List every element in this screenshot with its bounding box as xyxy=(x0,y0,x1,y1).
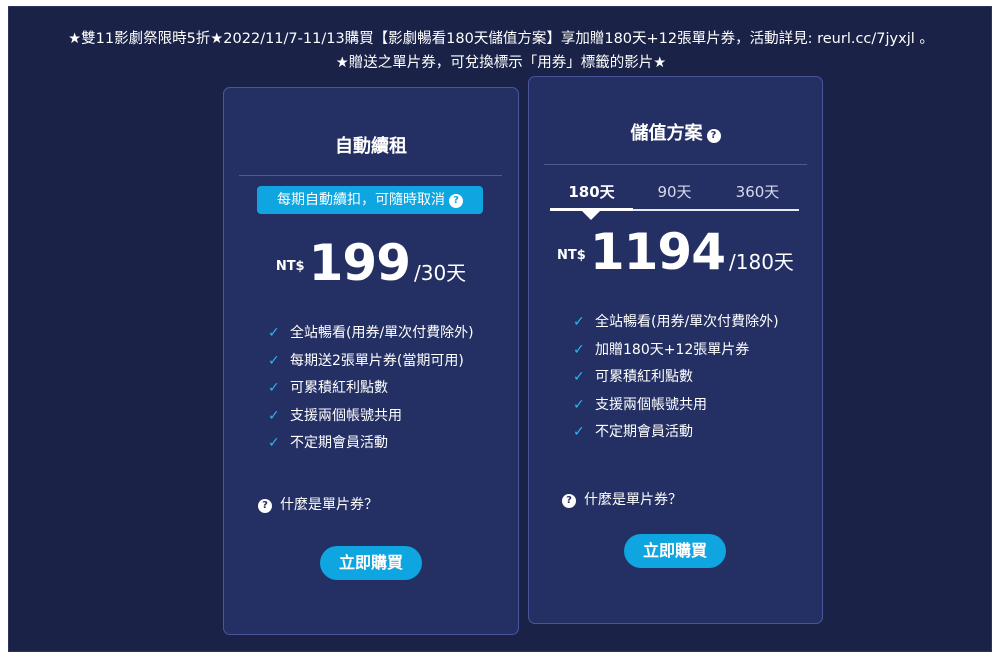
feature-item: ✓ 可累積紅利點數 xyxy=(268,375,498,403)
auto-renew-note[interactable]: 每期自動續扣，可隨時取消? xyxy=(257,186,483,214)
pricing-page: ★雙11影劇祭限時5折★2022/11/7-11/13購買【影劇暢看180天儲值… xyxy=(8,6,992,652)
feature-item: ✓ 支援兩個帳號共用 xyxy=(268,403,498,431)
check-icon: ✓ xyxy=(573,369,585,385)
divider xyxy=(239,175,502,176)
price-period: /30天 xyxy=(413,261,467,285)
feature-item: ✓ 全站暢看(用券/單次付費除外) xyxy=(573,309,803,337)
price-period: /180天 xyxy=(729,250,794,274)
promo-line-2: ★贈送之單片券，可兌換標示「用券」標籤的影片★ xyxy=(335,55,667,71)
active-tab-caret-icon xyxy=(582,211,600,220)
auto-renew-note-text: 每期自動續扣，可隨時取消 xyxy=(277,192,445,208)
currency: NT$ xyxy=(557,248,586,263)
plan-title-text: 儲值方案 xyxy=(630,123,703,144)
single-ticket-help-link[interactable]: ? 什麼是單片券？ xyxy=(258,494,378,514)
check-icon: ✓ xyxy=(268,380,280,396)
feature-item: ✓ 不定期會員活動 xyxy=(573,419,803,447)
feature-item: ✓ 每期送2張單片券(當期可用) xyxy=(268,348,498,376)
promo-line-1: ★雙11影劇祭限時5折★2022/11/7-11/13購買【影劇暢看180天儲值… xyxy=(68,31,934,47)
check-icon: ✓ xyxy=(268,352,280,369)
check-icon: ✓ xyxy=(573,424,585,440)
question-circle-icon: ? xyxy=(562,494,576,508)
subscription-plan-card: 自動續租 每期自動續扣，可隨時取消? NT$199/30天 ✓ 全站暢看(用券/單… xyxy=(223,87,519,635)
feature-item: ✓ 支援兩個帳號共用 xyxy=(573,392,803,420)
check-icon: ✓ xyxy=(268,435,280,451)
duration-tabs: 180天 90天 360天 xyxy=(550,177,799,220)
check-icon: ✓ xyxy=(268,407,280,424)
tab-360-days[interactable]: 360天 xyxy=(716,177,799,207)
price-amount: 1194 xyxy=(589,223,726,281)
promo-banner: ★雙11影劇祭限時5折★2022/11/7-11/13購買【影劇暢看180天儲值… xyxy=(9,27,993,75)
price: NT$199/30天 xyxy=(224,234,518,292)
question-circle-icon: ? xyxy=(258,499,272,513)
divider xyxy=(544,164,807,165)
feature-item: ✓ 全站暢看(用券/單次付費除外) xyxy=(268,320,498,348)
buy-prepaid-button[interactable]: 立即購買 xyxy=(624,534,726,568)
feature-list: ✓ 全站暢看(用券/單次付費除外) ✓ 加贈180天+12張單片券 ✓ 可累積紅利點數… xyxy=(573,309,803,447)
feature-item: ✓ 不定期會員活動 xyxy=(268,430,498,458)
check-icon: ✓ xyxy=(573,341,585,358)
check-icon: ✓ xyxy=(268,325,280,341)
question-circle-icon[interactable]: ? xyxy=(706,129,721,143)
single-ticket-help-text: 什麼是單片券？ xyxy=(584,492,682,508)
single-ticket-help-text: 什麼是單片券？ xyxy=(280,497,378,513)
check-icon: ✓ xyxy=(573,396,585,413)
buy-subscription-button[interactable]: 立即購買 xyxy=(320,546,422,580)
plan-title[interactable]: 儲值方案? xyxy=(529,119,822,145)
plan-title: 自動續租 xyxy=(335,136,407,157)
feature-list: ✓ 全站暢看(用券/單次付費除外) ✓ 每期送2張單片券(當期可用) ✓ 可累積紅利點… xyxy=(268,320,498,458)
single-ticket-help-link[interactable]: ? 什麼是單片券？ xyxy=(562,489,682,509)
price: NT$1194/180天 xyxy=(529,223,822,281)
currency: NT$ xyxy=(275,259,305,274)
check-icon: ✓ xyxy=(573,314,585,330)
feature-item: ✓ 可累積紅利點數 xyxy=(573,364,803,392)
question-circle-icon[interactable]: ? xyxy=(449,194,463,208)
tab-90-days[interactable]: 90天 xyxy=(633,177,716,207)
feature-item: ✓ 加贈180天+12張單片券 xyxy=(573,337,803,365)
prepaid-plan-card: 儲值方案? 180天 90天 360天 NT$1194/180天 ✓ 全站暢看(用… xyxy=(528,76,823,624)
price-amount: 199 xyxy=(308,234,411,292)
tab-180-days[interactable]: 180天 xyxy=(550,177,633,207)
